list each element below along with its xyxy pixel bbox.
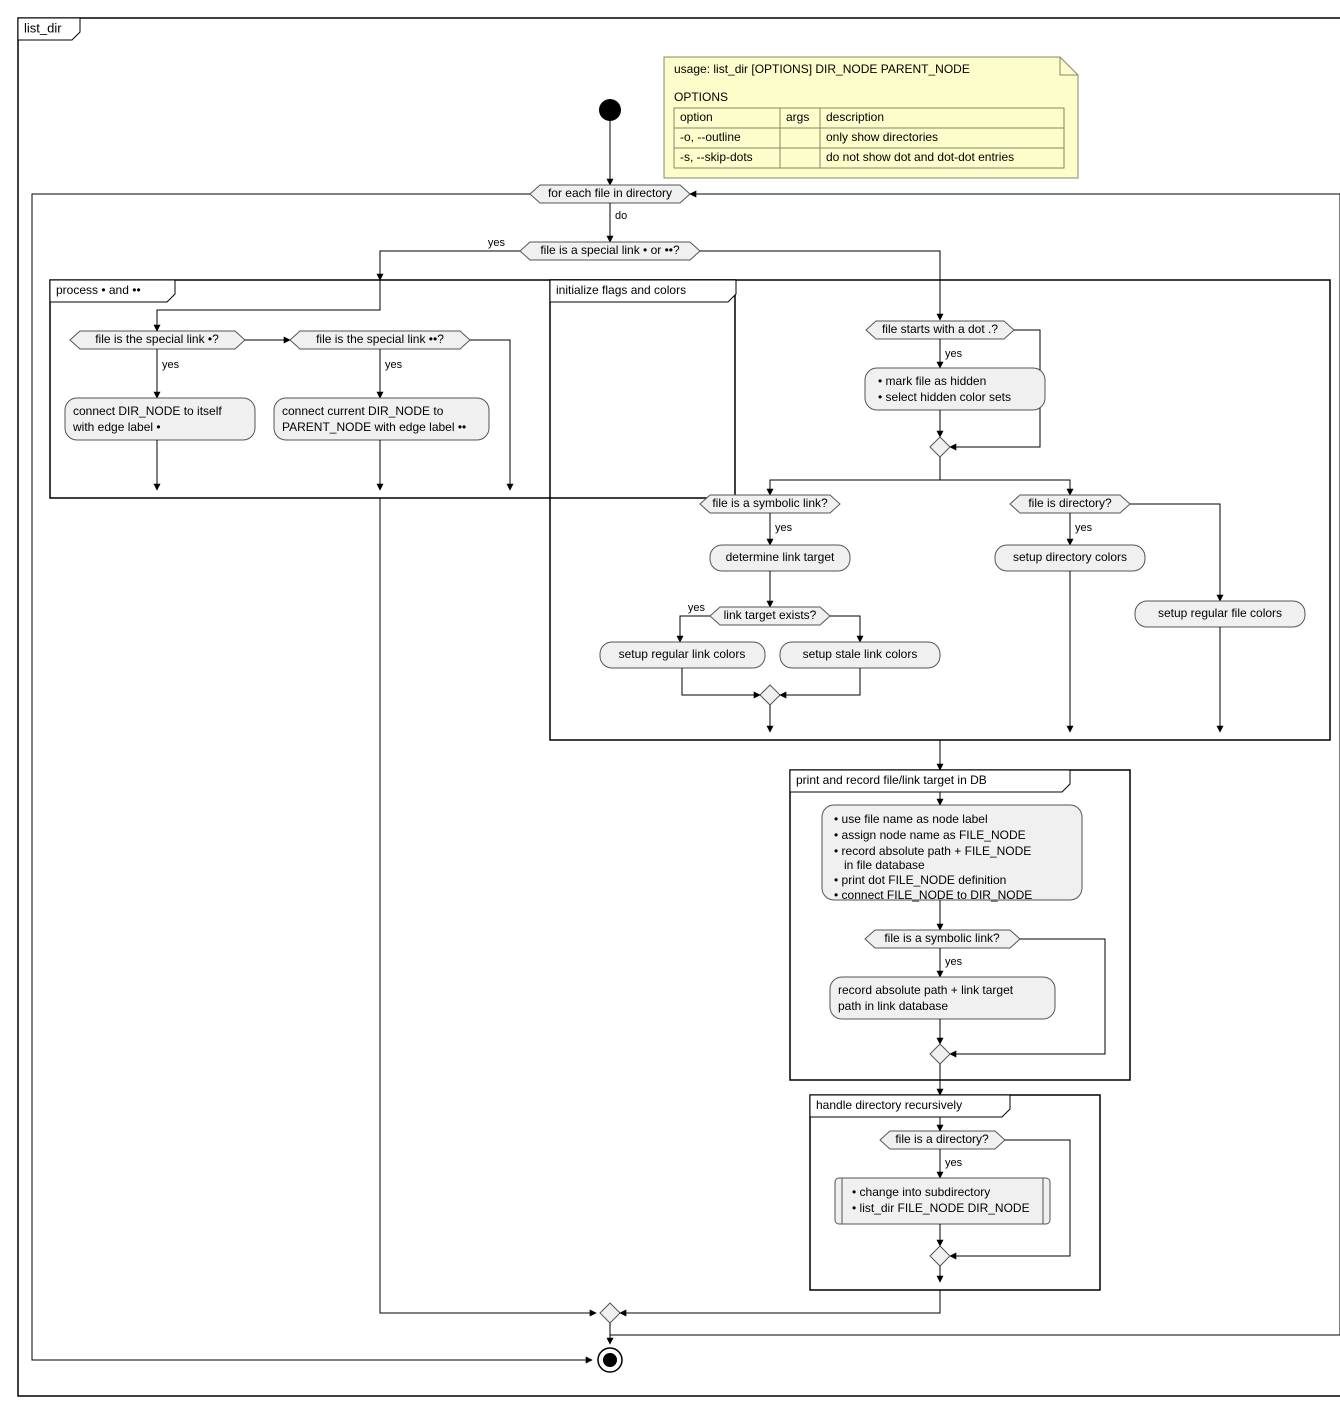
td-desc-0: only show directories — [826, 130, 938, 144]
th-args: args — [786, 110, 809, 124]
th-desc: description — [826, 110, 884, 124]
grp-recurse-b2: list_dir FILE_NODE DIR_NODE — [860, 1201, 1030, 1215]
dec-special-yes: yes — [488, 237, 506, 249]
dec-dotstart-yes: yes — [945, 348, 963, 360]
act-dir-colors: setup directory colors — [1013, 550, 1127, 564]
loop-label: for each file in directory — [548, 186, 672, 200]
svg-text:• assign node name as FILE_NOD: • assign node name as FILE_NODE — [834, 828, 1026, 842]
svg-text:• record absolute path + FILE_: • record absolute path + FILE_NODE — [834, 844, 1031, 858]
dec-isdir2-yes: yes — [945, 1157, 963, 1169]
act-dot-l1: connect DIR_NODE to itself — [73, 404, 222, 418]
initial-node — [599, 99, 621, 121]
merge-recurse — [930, 1246, 950, 1266]
dec-symlink-yes: yes — [775, 522, 793, 534]
grp-print-b4: print dot FILE_NODE definition — [842, 873, 1007, 887]
outer-frame — [18, 18, 1340, 1396]
dec-dot-q: file is the special link •? — [95, 332, 219, 346]
note-options-heading: OPTIONS — [674, 90, 728, 104]
th-option: option — [680, 110, 713, 124]
grp-print-title: print and record file/link target in DB — [796, 773, 987, 787]
grp-recurse-title: handle directory recursively — [816, 1098, 962, 1112]
td-opt-1: -s, --skip-dots — [680, 150, 753, 164]
dec-dotdot-q: file is the special link ••? — [316, 332, 444, 346]
dec-isdir-yes: yes — [1075, 522, 1093, 534]
merge-hidden — [930, 437, 950, 457]
group-recurse: handle directory recursively file is a d… — [810, 1095, 1100, 1290]
usage-note: usage: list_dir [OPTIONS] DIR_NODE PAREN… — [664, 57, 1078, 178]
grp-print-b3: record absolute path + FILE_NODE — [842, 844, 1032, 858]
act-dotdot-l1: connect current DIR_NODE to — [282, 404, 444, 418]
svg-text:• print dot FILE_NODE definiti: • print dot FILE_NODE definition — [834, 873, 1006, 887]
grp-print-b1: use file name as node label — [842, 812, 988, 826]
svg-text:• connect FILE_NODE to DIR_NOD: • connect FILE_NODE to DIR_NODE — [834, 888, 1032, 902]
group-process-dots: process • and •• file is the special lin… — [50, 280, 735, 498]
dec-symlink2-q: file is a symbolic link? — [884, 931, 1000, 945]
act-reg-link: setup regular link colors — [619, 647, 746, 661]
grp-print-b2: assign node name as FILE_NODE — [842, 828, 1026, 842]
grp-print-b5: connect FILE_NODE to DIR_NODE — [842, 888, 1033, 902]
dec-symlink-q: file is a symbolic link? — [712, 496, 828, 510]
svg-text:• change into subdirectory: • change into subdirectory — [852, 1185, 990, 1199]
dec-dotdot-yes: yes — [385, 359, 403, 371]
group-print-record: print and record file/link target in DB … — [790, 770, 1130, 1095]
td-desc-1: do not show dot and dot-dot entries — [826, 150, 1014, 164]
act-file-colors: setup regular file colors — [1158, 606, 1282, 620]
act-record-l2: path in link database — [838, 999, 948, 1013]
dec-isdir2-q: file is a directory? — [895, 1132, 989, 1146]
grp-recurse-b1: change into subdirectory — [860, 1185, 991, 1199]
dec-dotstart-q: file starts with a dot .? — [882, 322, 998, 336]
dec-isdir-q: file is directory? — [1028, 496, 1112, 510]
activity-diagram: list_dir usage: list_dir [OPTIONS] DIR_N… — [10, 10, 1340, 1404]
dec-special-q: file is a special link • or ••? — [540, 243, 680, 257]
act-hidden-b1: • mark file as hidden — [878, 374, 986, 388]
final-node — [598, 1348, 622, 1372]
svg-text:• list_dir FILE_NODE DIR_NODE: • list_dir FILE_NODE DIR_NODE — [852, 1201, 1030, 1215]
dec-dot-yes: yes — [162, 359, 180, 371]
dec-symlink2-yes: yes — [945, 956, 963, 968]
note-usage: usage: list_dir [OPTIONS] DIR_NODE PAREN… — [674, 62, 970, 76]
act-dotdot-l2: PARENT_NODE with edge label •• — [282, 420, 466, 434]
outer-frame-label: list_dir — [24, 20, 62, 35]
decision-special-link: file is a special link • or ••? — [520, 242, 700, 260]
grp-dots-title: process • and •• — [56, 283, 141, 297]
act-record-l1: record absolute path + link target — [838, 983, 1014, 997]
group-init-flags: initialize flags and colors file starts … — [550, 280, 1330, 740]
dec-target-exists-yes: yes — [688, 602, 706, 614]
loop-do: do — [615, 210, 627, 222]
grp-print-b3b: in file database — [844, 858, 925, 872]
merge-link — [760, 685, 780, 705]
td-opt-0: -o, --outline — [680, 130, 741, 144]
action-recurse-block: • change into subdirectory • list_dir FI… — [835, 1178, 1050, 1224]
dec-target-exists-q: link target exists? — [724, 608, 817, 622]
act-target: determine link target — [726, 550, 835, 564]
act-hidden-b2: • select hidden color sets — [878, 390, 1011, 404]
act-dot-l2: with edge label • — [72, 420, 161, 434]
loop-decision: for each file in directory — [530, 185, 690, 203]
svg-text:• use file name as node label: • use file name as node label — [834, 812, 988, 826]
merge-print — [930, 1044, 950, 1064]
grp-init-title: initialize flags and colors — [556, 283, 686, 297]
act-stale-link: setup stale link colors — [803, 647, 918, 661]
merge-final — [600, 1303, 620, 1323]
